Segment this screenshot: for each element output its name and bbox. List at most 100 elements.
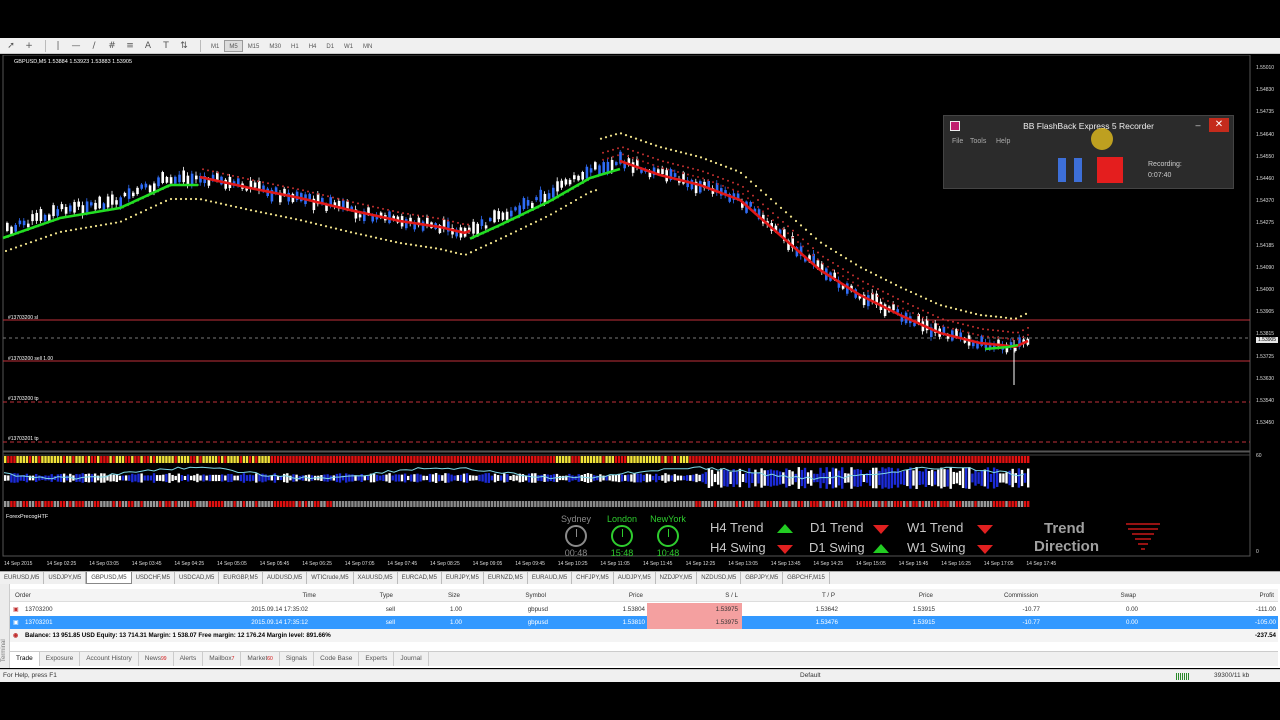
terminal-tab-code-base[interactable]: Code Base [314,652,360,666]
col-cur-price[interactable]: Price [919,589,933,602]
chart-tab[interactable]: NZDUSD,M5 [697,572,742,584]
histogram-bar [97,475,100,481]
text-label-icon[interactable]: T [159,40,173,52]
col-size[interactable]: Size [448,589,460,602]
terminal-tab-news[interactable]: News99 [139,652,174,666]
band-dot [49,234,53,237]
chart-tab[interactable]: AUDJPY,M5 [614,572,656,584]
menu-tools[interactable]: Tools [970,138,986,145]
signal-cell [493,456,497,463]
timeframe-mn[interactable]: MN [358,40,377,52]
histogram-bar [806,472,810,484]
timeframe-m5[interactable]: M5 [224,39,243,52]
col-commission[interactable]: Commission [1004,589,1038,602]
timeframe-w1[interactable]: W1 [339,40,358,52]
band-dot [444,249,448,252]
signal-cell [103,456,106,463]
histogram-bar [391,475,394,481]
tab-label: News [144,655,162,662]
chart-tab[interactable]: XAUUSD,M5 [354,572,398,584]
chart-tab[interactable]: EURUSD,M5 [0,572,45,584]
terminal-tab-market[interactable]: Market60 [241,652,280,666]
col-swap[interactable]: Swap [1121,589,1136,602]
timeframe-m15[interactable]: M15 [243,40,265,52]
band-dot [164,199,168,202]
chart-tab[interactable]: GBPJPY,M5 [741,572,784,584]
timeframe-m30[interactable]: M30 [264,40,286,52]
terminal-tab-exposure[interactable]: Exposure [40,652,81,666]
close-button[interactable]: ✕ [1209,118,1229,132]
horizontal-line-icon[interactable]: — [69,40,83,52]
order-cur-price: 1.53915 [912,619,935,626]
terminal-tab-alerts[interactable]: Alerts [174,652,204,666]
terminal-tab-mailbox[interactable]: Mailbox7 [203,652,242,666]
w1-trend-down-arrow [977,525,993,534]
chart-tab[interactable]: NZDJPY,M5 [656,572,698,584]
timeframe-d1[interactable]: D1 [321,40,339,52]
pause-button[interactable] [1058,158,1082,182]
arrows-icon[interactable]: ⇅ [177,40,191,52]
terminal-tab-journal[interactable]: Journal [394,652,429,666]
chart-tab[interactable]: GBPUSD,M5 [86,572,132,584]
text-icon[interactable]: A [141,40,155,52]
signal-cell [84,501,87,507]
channel-icon[interactable]: # [105,40,119,52]
cursor-icon[interactable]: ➚ [4,40,18,52]
terminal-tab-experts[interactable]: Experts [359,652,395,666]
col-type[interactable]: Type [380,589,393,602]
timeframe-m1[interactable]: M1 [206,40,224,52]
minimize-button[interactable]: – [1191,118,1205,132]
trendline-icon[interactable]: / [87,40,101,52]
col-price[interactable]: Price [629,589,643,602]
terminal-tab-signals[interactable]: Signals [280,652,315,666]
menu-help[interactable]: Help [996,138,1010,145]
recorder-window[interactable]: BB FlashBack Express 5 Recorder – ✕ File… [943,115,1234,189]
chart-tab[interactable]: EURGBP,M5 [219,572,263,584]
stop-button[interactable] [1097,157,1123,183]
chart-tab[interactable]: AUDUSD,M5 [263,572,308,584]
chart-tab[interactable]: EURJPY,M5 [442,572,484,584]
crosshair-icon[interactable]: + [22,40,36,52]
order-row[interactable]: ▣ 13703200 2015.09.14 17:35:02 sell 1.00… [10,603,1278,616]
col-profit[interactable]: Profit [1260,589,1274,602]
col-tp[interactable]: T / P [822,589,835,602]
order-row-selected[interactable]: ▣ 13703201 2015.09.14 17:35:12 sell 1.00… [10,616,1278,629]
signal-cell [128,456,131,463]
time-tick: 14 Sep 15:45 [898,561,929,567]
band-dot [752,194,754,197]
terminal-tab-trade[interactable]: Trade [10,652,40,666]
chart-tab[interactable]: USDJPY,M5 [44,572,87,584]
chart-tab[interactable]: EURCAD,M5 [398,572,442,584]
col-symbol[interactable]: Symbol [525,589,546,602]
signal-cell [893,456,897,463]
timeframe-h4[interactable]: H4 [304,40,322,52]
chart-tab[interactable]: EURAUD,M5 [528,572,573,584]
signal-cell [568,501,571,507]
vertical-line-icon[interactable]: | [51,40,65,52]
terminal-tab-account-history[interactable]: Account History [80,652,139,666]
chart-tab[interactable]: GBPCHF,M15 [783,572,830,584]
band-dot [797,241,799,243]
candle-body [115,200,118,205]
signal-cell [283,501,286,507]
signal-cell [118,501,122,507]
timeframe-h1[interactable]: H1 [286,40,304,52]
band-dot [352,201,354,204]
histogram-bar [955,472,959,484]
fibonacci-icon[interactable]: ≡ [123,40,137,52]
col-sl[interactable]: S / L [725,589,738,602]
histogram-bar [741,473,745,483]
candle-body [577,175,580,181]
signal-cell [273,501,277,507]
band-dot [617,147,619,150]
chart-tab[interactable]: USDCAD,M5 [175,572,220,584]
chart-tab[interactable]: USDCHF,M5 [132,572,175,584]
candle-body [52,205,55,217]
chart-tab[interactable]: CHFJPY,M5 [572,572,614,584]
menu-file[interactable]: File [952,138,963,145]
signal-cell [388,501,391,507]
col-time[interactable]: Time [302,589,316,602]
chart-tab[interactable]: EURNZD,M5 [484,572,528,584]
chart-tab[interactable]: WTICrude,M5 [307,572,354,584]
col-order[interactable]: Order [15,589,31,602]
